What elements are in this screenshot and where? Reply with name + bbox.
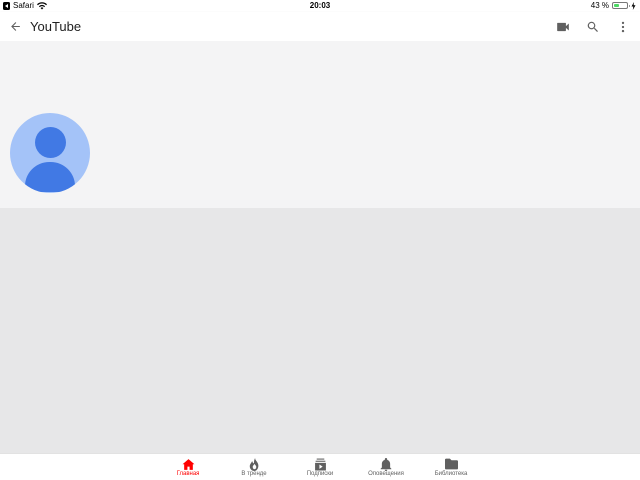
battery-icon <box>612 2 630 9</box>
flame-icon <box>248 457 261 471</box>
status-right: 43 % <box>591 1 636 10</box>
charging-icon <box>631 1 636 10</box>
app-bar-actions <box>548 12 638 41</box>
search-button[interactable] <box>578 12 608 41</box>
nav-label-home: Главная <box>176 471 200 477</box>
battery-percent: 43 % <box>590 1 609 10</box>
content-area <box>0 208 640 453</box>
video-camera-icon <box>557 22 569 31</box>
more-vert-icon <box>621 21 625 32</box>
bottom-nav: Главная В тренде Подписки Оповещения Биб… <box>0 453 640 480</box>
channel-header <box>0 41 640 208</box>
nav-item-notifications[interactable]: Оповещения <box>353 454 419 480</box>
search-icon <box>587 21 598 32</box>
upload-video-button[interactable] <box>548 12 578 41</box>
default-avatar-icon[interactable] <box>10 113 90 193</box>
status-time: 20:03 <box>309 1 331 10</box>
avatar-head <box>34 127 66 158</box>
back-button[interactable] <box>0 12 30 41</box>
bell-icon <box>380 457 393 471</box>
nav-label-library: Библиотека <box>434 471 468 477</box>
app-title: YouTube <box>30 19 82 34</box>
nav-item-subscriptions[interactable]: Подписки <box>287 454 353 480</box>
folder-icon <box>444 458 458 470</box>
avatar-body <box>25 162 75 192</box>
home-icon <box>182 458 195 470</box>
more-options-button[interactable] <box>608 12 638 41</box>
nav-label-trending: В тренде <box>241 471 267 477</box>
subscriptions-icon <box>314 458 327 470</box>
nav-item-library[interactable]: Библиотека <box>418 454 484 480</box>
nav-label-subscriptions: Подписки <box>306 471 334 477</box>
app-bar: YouTube <box>0 12 640 41</box>
back-arrow-icon <box>10 22 20 31</box>
nav-label-notifications: Оповещения <box>368 471 404 477</box>
nav-item-trending[interactable]: В тренде <box>221 454 287 480</box>
battery-fill <box>614 4 620 7</box>
nav-item-home[interactable]: Главная <box>155 454 221 480</box>
status-bar: Safari 20:03 43 % <box>0 0 640 12</box>
